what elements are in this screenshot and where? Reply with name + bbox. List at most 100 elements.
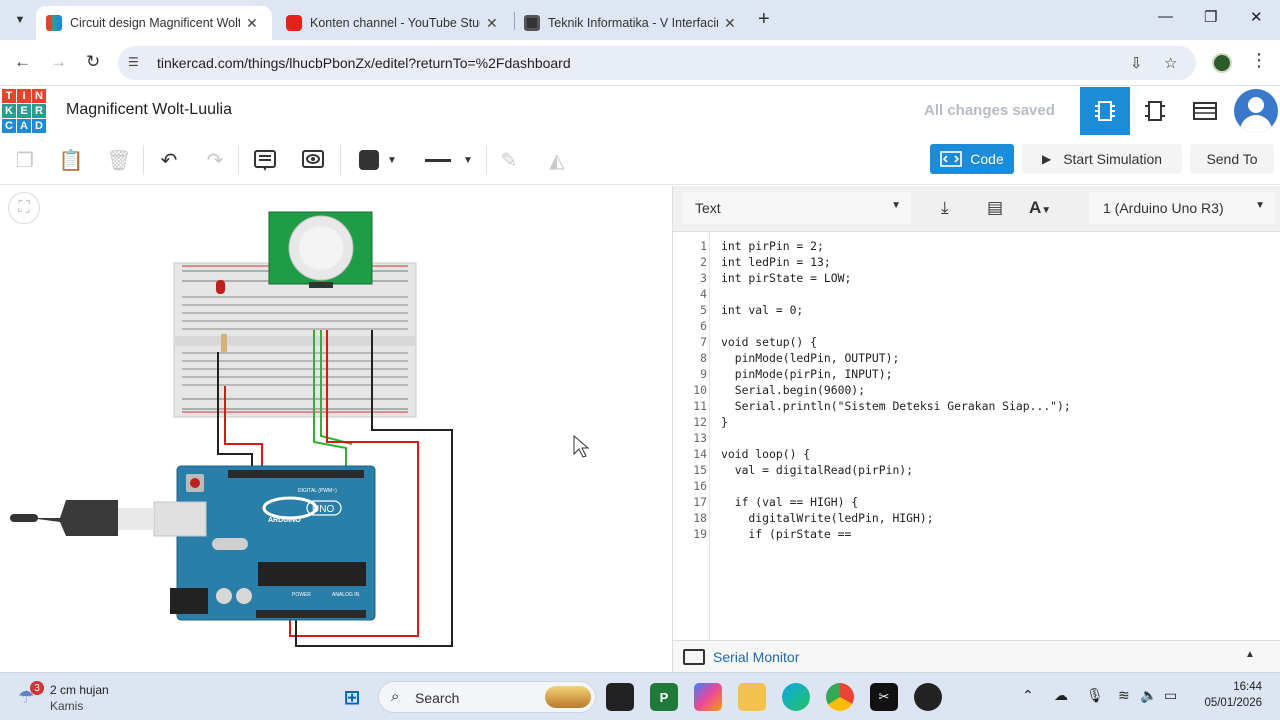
- tray-overflow-chevron-icon[interactable]: ⌃: [1022, 687, 1034, 704]
- publisher-app-icon[interactable]: P: [650, 683, 678, 711]
- copy-icon[interactable]: ❐: [12, 147, 38, 173]
- code-line[interactable]: 12}: [673, 414, 1280, 430]
- code-line[interactable]: 14 void loop() {: [673, 446, 1280, 462]
- capcut-icon[interactable]: ✂: [870, 683, 898, 711]
- rotate-icon[interactable]: ✎: [496, 147, 522, 173]
- code-line[interactable]: 15 val = digitalRead(pirPin);: [673, 462, 1280, 478]
- libraries-icon[interactable]: ▤: [987, 198, 1003, 218]
- weather-widget[interactable]: ☂ 3 2 cm hujan Kamis: [18, 679, 158, 717]
- code-line[interactable]: 10 Serial.begin(9600);: [673, 382, 1280, 398]
- close-tab-icon[interactable]: ✕: [246, 15, 258, 32]
- code-line[interactable]: 6: [673, 318, 1280, 334]
- chrome-browser-icon[interactable]: [826, 683, 854, 711]
- code-line[interactable]: 11 Serial.println("Sistem Deteksi Geraka…: [673, 398, 1280, 414]
- url-text[interactable]: tinkercad.com/things/lhucbPbonZx/editel?…: [157, 55, 571, 71]
- bookmark-star-icon[interactable]: ☆: [1164, 54, 1177, 72]
- new-tab-plus-icon[interactable]: +: [758, 8, 770, 31]
- code-line[interactable]: 5 int val = 0;: [673, 302, 1280, 318]
- notes-visibility-icon[interactable]: [300, 147, 326, 173]
- wifi-icon[interactable]: ≋: [1118, 687, 1130, 704]
- battery-icon[interactable]: ▭: [1164, 687, 1177, 704]
- forward-arrow-icon[interactable]: →: [50, 52, 67, 72]
- code-line[interactable]: 13: [673, 430, 1280, 446]
- serial-monitor-bar[interactable]: Serial Monitor ▲: [673, 640, 1280, 672]
- minimize-icon[interactable]: —: [1158, 8, 1173, 25]
- code-text[interactable]: val = digitalRead(pirPin);: [721, 462, 913, 478]
- code-button[interactable]: Code: [930, 144, 1014, 174]
- code-text[interactable]: if (pirState ==: [721, 526, 851, 542]
- close-window-icon[interactable]: ✕: [1250, 8, 1263, 26]
- code-line[interactable]: 16: [673, 478, 1280, 494]
- close-tab-icon[interactable]: ✕: [486, 15, 498, 32]
- project-title[interactable]: Magnificent Wolt-Luulia: [66, 101, 232, 119]
- code-text[interactable]: void loop() {: [721, 446, 810, 462]
- code-line[interactable]: 8 pinMode(ledPin, OUTPUT);: [673, 350, 1280, 366]
- code-text[interactable]: int val = 0;: [721, 302, 803, 318]
- flip-icon[interactable]: ◭: [544, 147, 570, 173]
- tab-youtube-studio[interactable]: Konten channel - YouTube Studi ✕: [276, 6, 512, 40]
- omnibox[interactable]: ☰ tinkercad.com/things/lhucbPbonZx/edite…: [118, 46, 1196, 80]
- code-text[interactable]: int ledPin = 13;: [721, 254, 831, 270]
- redo-icon[interactable]: ↷: [202, 147, 228, 173]
- component-list-button[interactable]: [1180, 87, 1230, 135]
- color-picker-button[interactable]: ▼: [354, 147, 402, 173]
- delete-trash-icon[interactable]: 🗑: [106, 147, 132, 173]
- wire-type-button[interactable]: ▼: [422, 147, 476, 173]
- windows-start-icon[interactable]: ⊞: [338, 683, 366, 711]
- circuit-view-button[interactable]: [1080, 87, 1130, 135]
- code-mode-select[interactable]: Text ▼: [683, 192, 911, 224]
- undo-icon[interactable]: ↶: [156, 147, 182, 173]
- file-explorer-icon[interactable]: [738, 683, 766, 711]
- code-text[interactable]: }: [721, 414, 728, 430]
- user-avatar[interactable]: [1234, 89, 1278, 133]
- code-line[interactable]: 17 if (val == HIGH) {: [673, 494, 1280, 510]
- close-tab-icon[interactable]: ✕: [724, 15, 736, 32]
- schematic-view-button[interactable]: [1130, 87, 1180, 135]
- volume-icon[interactable]: 🔈: [1140, 687, 1157, 704]
- reload-icon[interactable]: ↻: [86, 52, 100, 72]
- notes-icon[interactable]: [252, 147, 278, 173]
- browser-menu-icon[interactable]: ⋮: [1250, 50, 1268, 71]
- font-size-icon[interactable]: A▼: [1029, 198, 1051, 218]
- code-line[interactable]: 3 int pirState = LOW;: [673, 270, 1280, 286]
- code-text[interactable]: pinMode(pirPin, INPUT);: [721, 366, 893, 382]
- code-text[interactable]: int pirState = LOW;: [721, 270, 851, 286]
- board-select[interactable]: 1 (Arduino Uno R3) ▼: [1089, 192, 1275, 224]
- code-line[interactable]: 2 int ledPin = 13;: [673, 254, 1280, 270]
- code-line[interactable]: 19 if (pirState ==: [673, 526, 1280, 542]
- tab-teknik-informatika[interactable]: Teknik Informatika - V Interfacin ✕: [514, 6, 750, 40]
- microphone-icon[interactable]: 🎙: [1086, 687, 1104, 704]
- install-app-icon[interactable]: ⇩: [1130, 54, 1143, 72]
- task-view-icon[interactable]: [606, 683, 634, 711]
- onedrive-icon[interactable]: ☁: [1054, 687, 1068, 704]
- code-line[interactable]: 9 pinMode(pirPin, INPUT);: [673, 366, 1280, 382]
- tab-circuit-design[interactable]: Circuit design Magnificent Wolt ✕: [36, 6, 272, 40]
- code-text[interactable]: Serial.println("Sistem Deteksi Gerakan S…: [721, 398, 1071, 414]
- edge-browser-icon[interactable]: [782, 683, 810, 711]
- code-text[interactable]: int pirPin = 2;: [721, 238, 824, 254]
- code-line[interactable]: 4: [673, 286, 1280, 302]
- back-arrow-icon[interactable]: ←: [14, 52, 31, 72]
- restore-icon[interactable]: ❐: [1204, 8, 1217, 26]
- obs-recorder-icon[interactable]: [914, 683, 942, 711]
- paste-icon[interactable]: 📋: [58, 147, 84, 173]
- start-simulation-button[interactable]: ▶ Start Simulation: [1022, 144, 1182, 174]
- code-text[interactable]: digitalWrite(ledPin, HIGH);: [721, 510, 933, 526]
- code-line[interactable]: 1 int pirPin = 2;: [673, 238, 1280, 254]
- code-line[interactable]: 7 void setup() {: [673, 334, 1280, 350]
- profile-avatar-icon[interactable]: [1212, 53, 1232, 73]
- code-text[interactable]: pinMode(ledPin, OUTPUT);: [721, 350, 900, 366]
- code-text[interactable]: Serial.begin(9600);: [721, 382, 865, 398]
- site-info-icon[interactable]: ☰: [128, 55, 139, 69]
- code-text[interactable]: void setup() {: [721, 334, 817, 350]
- code-line[interactable]: 18 digitalWrite(ledPin, HIGH);: [673, 510, 1280, 526]
- chevron-up-icon[interactable]: ▲: [1245, 649, 1255, 660]
- copilot-icon[interactable]: [694, 683, 722, 711]
- tab-search-button[interactable]: ▼: [8, 8, 32, 32]
- code-text[interactable]: if (val == HIGH) {: [721, 494, 858, 510]
- system-clock[interactable]: 16:44 05/01/2026: [1196, 679, 1262, 711]
- download-icon[interactable]: ⤓: [941, 198, 949, 218]
- taskbar-search[interactable]: ⌕ Search: [378, 681, 596, 713]
- tinkercad-logo[interactable]: T I N K E R C A D: [2, 89, 46, 133]
- circuit-canvas[interactable]: ⛶ ARDUINO UNO DIGITAL (PWM~) POWER ANALO…: [0, 186, 672, 672]
